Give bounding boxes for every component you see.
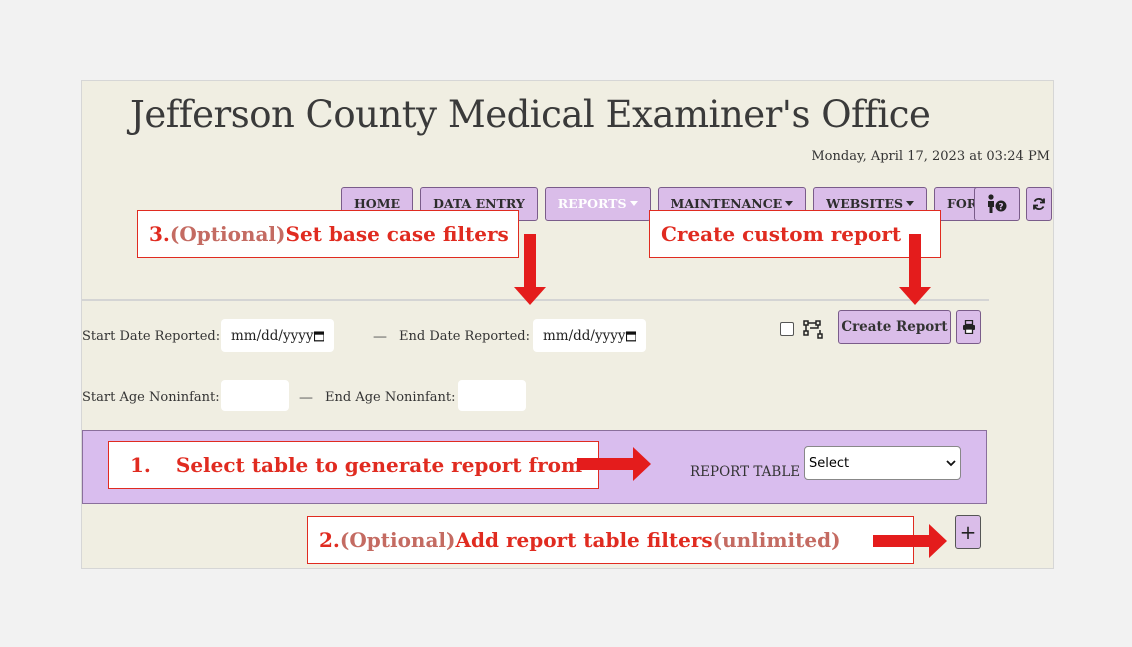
nav-data-entry-label: DATA ENTRY	[433, 196, 525, 211]
schema-icon	[803, 320, 823, 339]
annotation-step2-suffix: (unlimited)	[712, 528, 841, 552]
schema-checkbox[interactable]	[780, 322, 794, 336]
start-date-input[interactable]: mm/dd/yyyy	[221, 319, 334, 352]
annotation-step2-text: Add report table filters	[455, 528, 713, 552]
calendar-icon	[313, 330, 324, 341]
report-table-selected: Select	[809, 455, 850, 471]
datetime-display: Monday, April 17, 2023 at 03:24 PM	[811, 149, 1050, 164]
end-date-label: End Date Reported:	[399, 329, 531, 344]
annotation-step1-num: 1.	[130, 453, 151, 477]
annotation-custom-report: Create custom report	[649, 210, 941, 258]
print-icon	[962, 320, 975, 334]
print-button[interactable]	[956, 310, 981, 344]
calendar-icon	[625, 330, 636, 341]
end-date-input[interactable]: mm/dd/yyyy	[533, 319, 646, 352]
chevron-down-icon	[906, 201, 915, 206]
page-title: Jefferson County Medical Examiner's Offi…	[130, 93, 931, 136]
annotation-step3-text: Set base case filters	[285, 222, 509, 246]
report-table-label: REPORT TABLE	[690, 464, 801, 480]
annotation-step3: 3. (Optional) Set base case filters	[137, 210, 519, 258]
date-range-dash: —	[373, 329, 387, 345]
annotation-step2-optional: (Optional)	[339, 528, 456, 552]
nav-websites-label: WEBSITES	[826, 196, 904, 211]
report-table-select[interactable]: Select	[804, 446, 961, 480]
create-report-label: Create Report	[841, 319, 948, 335]
chevron-down-icon	[629, 201, 638, 206]
nav-reports-label: REPORTS	[557, 196, 627, 211]
chevron-down-icon	[946, 460, 956, 467]
start-date-label: Start Date Reported:	[82, 329, 221, 344]
start-age-input[interactable]	[221, 380, 289, 411]
arrow-right-icon	[577, 447, 651, 481]
plus-icon: +	[959, 520, 977, 544]
person-help-icon: ?	[988, 194, 1007, 213]
refresh-button[interactable]	[1026, 187, 1052, 221]
annotation-step3-prefix: 3.	[149, 222, 170, 246]
create-report-button[interactable]: Create Report	[838, 310, 951, 344]
end-age-input[interactable]	[458, 380, 526, 411]
arrow-down-icon	[899, 234, 931, 305]
app-panel: Jefferson County Medical Examiner's Offi…	[81, 80, 1054, 569]
end-date-placeholder: mm/dd/yyyy	[543, 327, 626, 344]
start-age-label: Start Age Noninfant:	[82, 390, 220, 405]
annotation-step1-text: Select table to generate report from	[175, 453, 583, 477]
annotation-step2-prefix: 2.	[319, 528, 340, 552]
annotation-step3-optional: (Optional)	[169, 222, 286, 246]
age-range-dash: —	[299, 390, 313, 406]
annotation-step1: 1. Select table to generate report from	[108, 441, 599, 489]
help-button[interactable]: ?	[974, 187, 1020, 221]
start-date-placeholder: mm/dd/yyyy	[231, 327, 314, 344]
end-age-label: End Age Noninfant:	[325, 390, 456, 405]
svg-text:?: ?	[998, 203, 1003, 213]
arrow-down-icon	[514, 234, 546, 305]
nav-maintenance-label: MAINTENANCE	[670, 196, 783, 211]
nav-reports[interactable]: REPORTS	[544, 187, 651, 221]
chevron-down-icon	[785, 201, 794, 206]
annotation-step2: 2. (Optional) Add report table filters (…	[307, 516, 914, 564]
nav-home-label: HOME	[354, 196, 401, 211]
arrow-right-icon	[873, 524, 947, 558]
refresh-icon	[1033, 198, 1045, 210]
add-filter-button[interactable]: +	[955, 515, 981, 549]
annotation-custom-text: Create custom report	[661, 222, 902, 246]
